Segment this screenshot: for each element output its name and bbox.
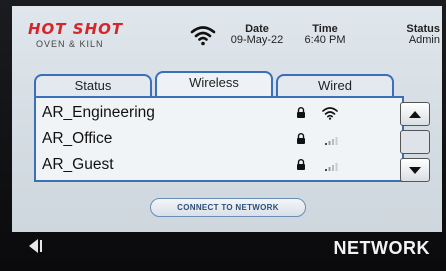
touch-screen: HOT SHOT OVEN & KILN Date 09-May-22 Time… <box>12 6 442 232</box>
tab-wireless[interactable]: Wireless <box>155 71 273 96</box>
scroll-up-button[interactable] <box>400 102 430 126</box>
lock-icon <box>297 133 305 144</box>
status-value: Admin <box>408 34 440 46</box>
brand-name: HOT SHOT <box>28 20 124 38</box>
network-row[interactable]: AR_Engineering <box>40 100 350 126</box>
wifi-icon <box>190 26 216 46</box>
network-row[interactable]: AR_Guest <box>40 152 350 178</box>
tab-wired[interactable]: Wired <box>276 74 394 96</box>
back-arrow-icon[interactable] <box>28 238 50 254</box>
wifi-signal-strong-icon <box>322 107 338 120</box>
date-value: 09-May-22 <box>230 34 284 46</box>
triangle-up-icon <box>409 111 421 118</box>
scroll-down-button[interactable] <box>400 158 430 182</box>
brand-subtitle: OVEN & KILN <box>36 39 104 49</box>
time-display: Time 6:40 PM <box>296 24 354 46</box>
network-ssid: AR_Office <box>42 130 113 147</box>
header-bar: HOT SHOT OVEN & KILN Date 09-May-22 Time… <box>12 6 442 56</box>
lock-icon <box>297 107 305 118</box>
scroll-thumb[interactable] <box>400 130 430 154</box>
screen-title: NETWORK <box>333 238 430 258</box>
network-list: AR_Engineering AR_Office AR_Guest <box>34 96 404 182</box>
network-row[interactable]: AR_Office <box>40 126 350 152</box>
network-ssid: AR_Engineering <box>42 104 155 121</box>
brand-logo: HOT SHOT OVEN & KILN <box>28 20 138 50</box>
status-display: Status Admin <box>388 24 440 46</box>
network-ssid: AR_Guest <box>42 156 114 173</box>
connect-to-network-button[interactable]: CONNECT TO NETWORK <box>150 198 306 217</box>
signal-bars-icon <box>325 163 338 171</box>
tab-status[interactable]: Status <box>34 74 152 96</box>
signal-bars-icon <box>325 137 338 145</box>
date-display: Date 09-May-22 <box>220 24 294 46</box>
triangle-down-icon <box>409 167 421 174</box>
list-scrollbar <box>400 102 430 182</box>
lock-icon <box>297 159 305 170</box>
time-value: 6:40 PM <box>304 34 346 46</box>
